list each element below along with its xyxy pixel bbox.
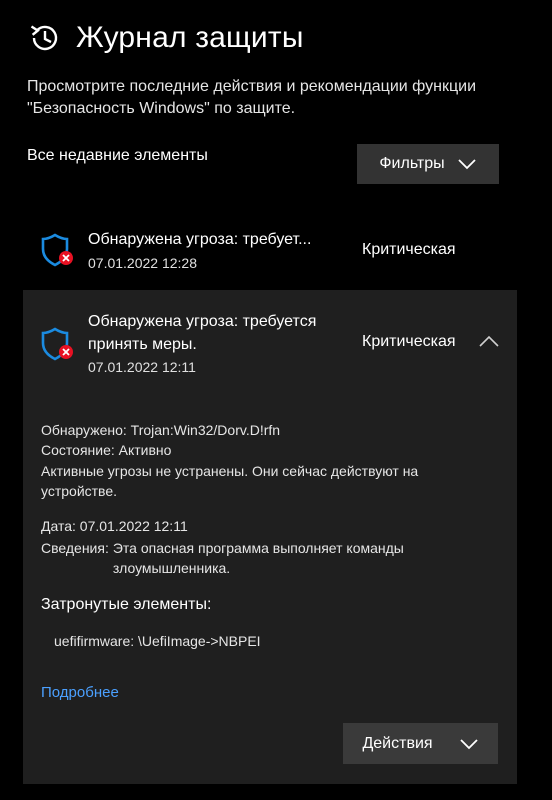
status-value: Активно	[118, 442, 172, 458]
date-value: 07.01.2022 12:11	[79, 518, 188, 534]
detected-value: Trojan:Win32/Dorv.D!rfn	[130, 422, 281, 438]
page-description: Просмотрите последние действия и рекомен…	[27, 78, 477, 117]
item-date: 07.01.2022 12:28	[88, 255, 197, 271]
shield-threat-icon	[41, 327, 73, 361]
item-title: Обнаружена угроза: требует...	[88, 231, 312, 248]
date-row: Дата: 07.01.2022 12:11	[41, 516, 188, 536]
item-expanded-header[interactable]: Обнаружена угроза: требуется принять мер…	[23, 290, 517, 380]
info-row: Сведения: Эта опасная программа выполняе…	[41, 538, 501, 578]
chevron-down-icon	[459, 738, 478, 749]
recent-items-label: Все недавние элементы	[27, 147, 208, 164]
chevron-down-icon	[457, 159, 476, 170]
detected-label: Обнаружено:	[41, 422, 127, 438]
shield-threat-icon	[41, 233, 73, 267]
history-item-expanded: Обнаружена угроза: требуется принять мер…	[23, 290, 517, 784]
info-value: Эта опасная программа выполняет команды …	[112, 540, 404, 576]
chevron-up-icon[interactable]	[478, 334, 500, 348]
detected-row: Обнаружено: Trojan:Win32/Dorv.D!rfn	[41, 420, 280, 440]
item-title: Обнаружена угроза: требуется принять мер…	[88, 313, 317, 353]
item-severity: Критическая	[362, 333, 456, 350]
filters-button[interactable]: Фильтры	[357, 144, 499, 184]
affected-items-title: Затронутые элементы:	[41, 596, 212, 613]
item-date: 07.01.2022 12:11	[88, 359, 196, 375]
history-item-collapsed[interactable]: Обнаружена угроза: требует... 07.01.2022…	[24, 212, 517, 282]
status-note: Активные угрозы не устранены. Они сейчас…	[41, 463, 419, 499]
actions-button-label: Действия	[362, 734, 433, 752]
history-icon	[30, 25, 58, 51]
item-severity: Критическая	[362, 241, 456, 258]
page-header: Журнал защиты	[26, 20, 304, 56]
learn-more-link[interactable]: Подробнее	[41, 684, 119, 701]
date-label: Дата:	[41, 518, 76, 534]
status-label: Состояние:	[41, 442, 115, 458]
info-label: Сведения:	[41, 540, 109, 556]
affected-item: uefifirmware: \UefiImage->NBPEI	[54, 633, 261, 649]
actions-button[interactable]: Действия	[343, 723, 498, 764]
status-row: Состояние: Активно	[41, 440, 171, 460]
page-title: Журнал защиты	[76, 21, 304, 54]
filters-button-label: Фильтры	[379, 155, 445, 172]
